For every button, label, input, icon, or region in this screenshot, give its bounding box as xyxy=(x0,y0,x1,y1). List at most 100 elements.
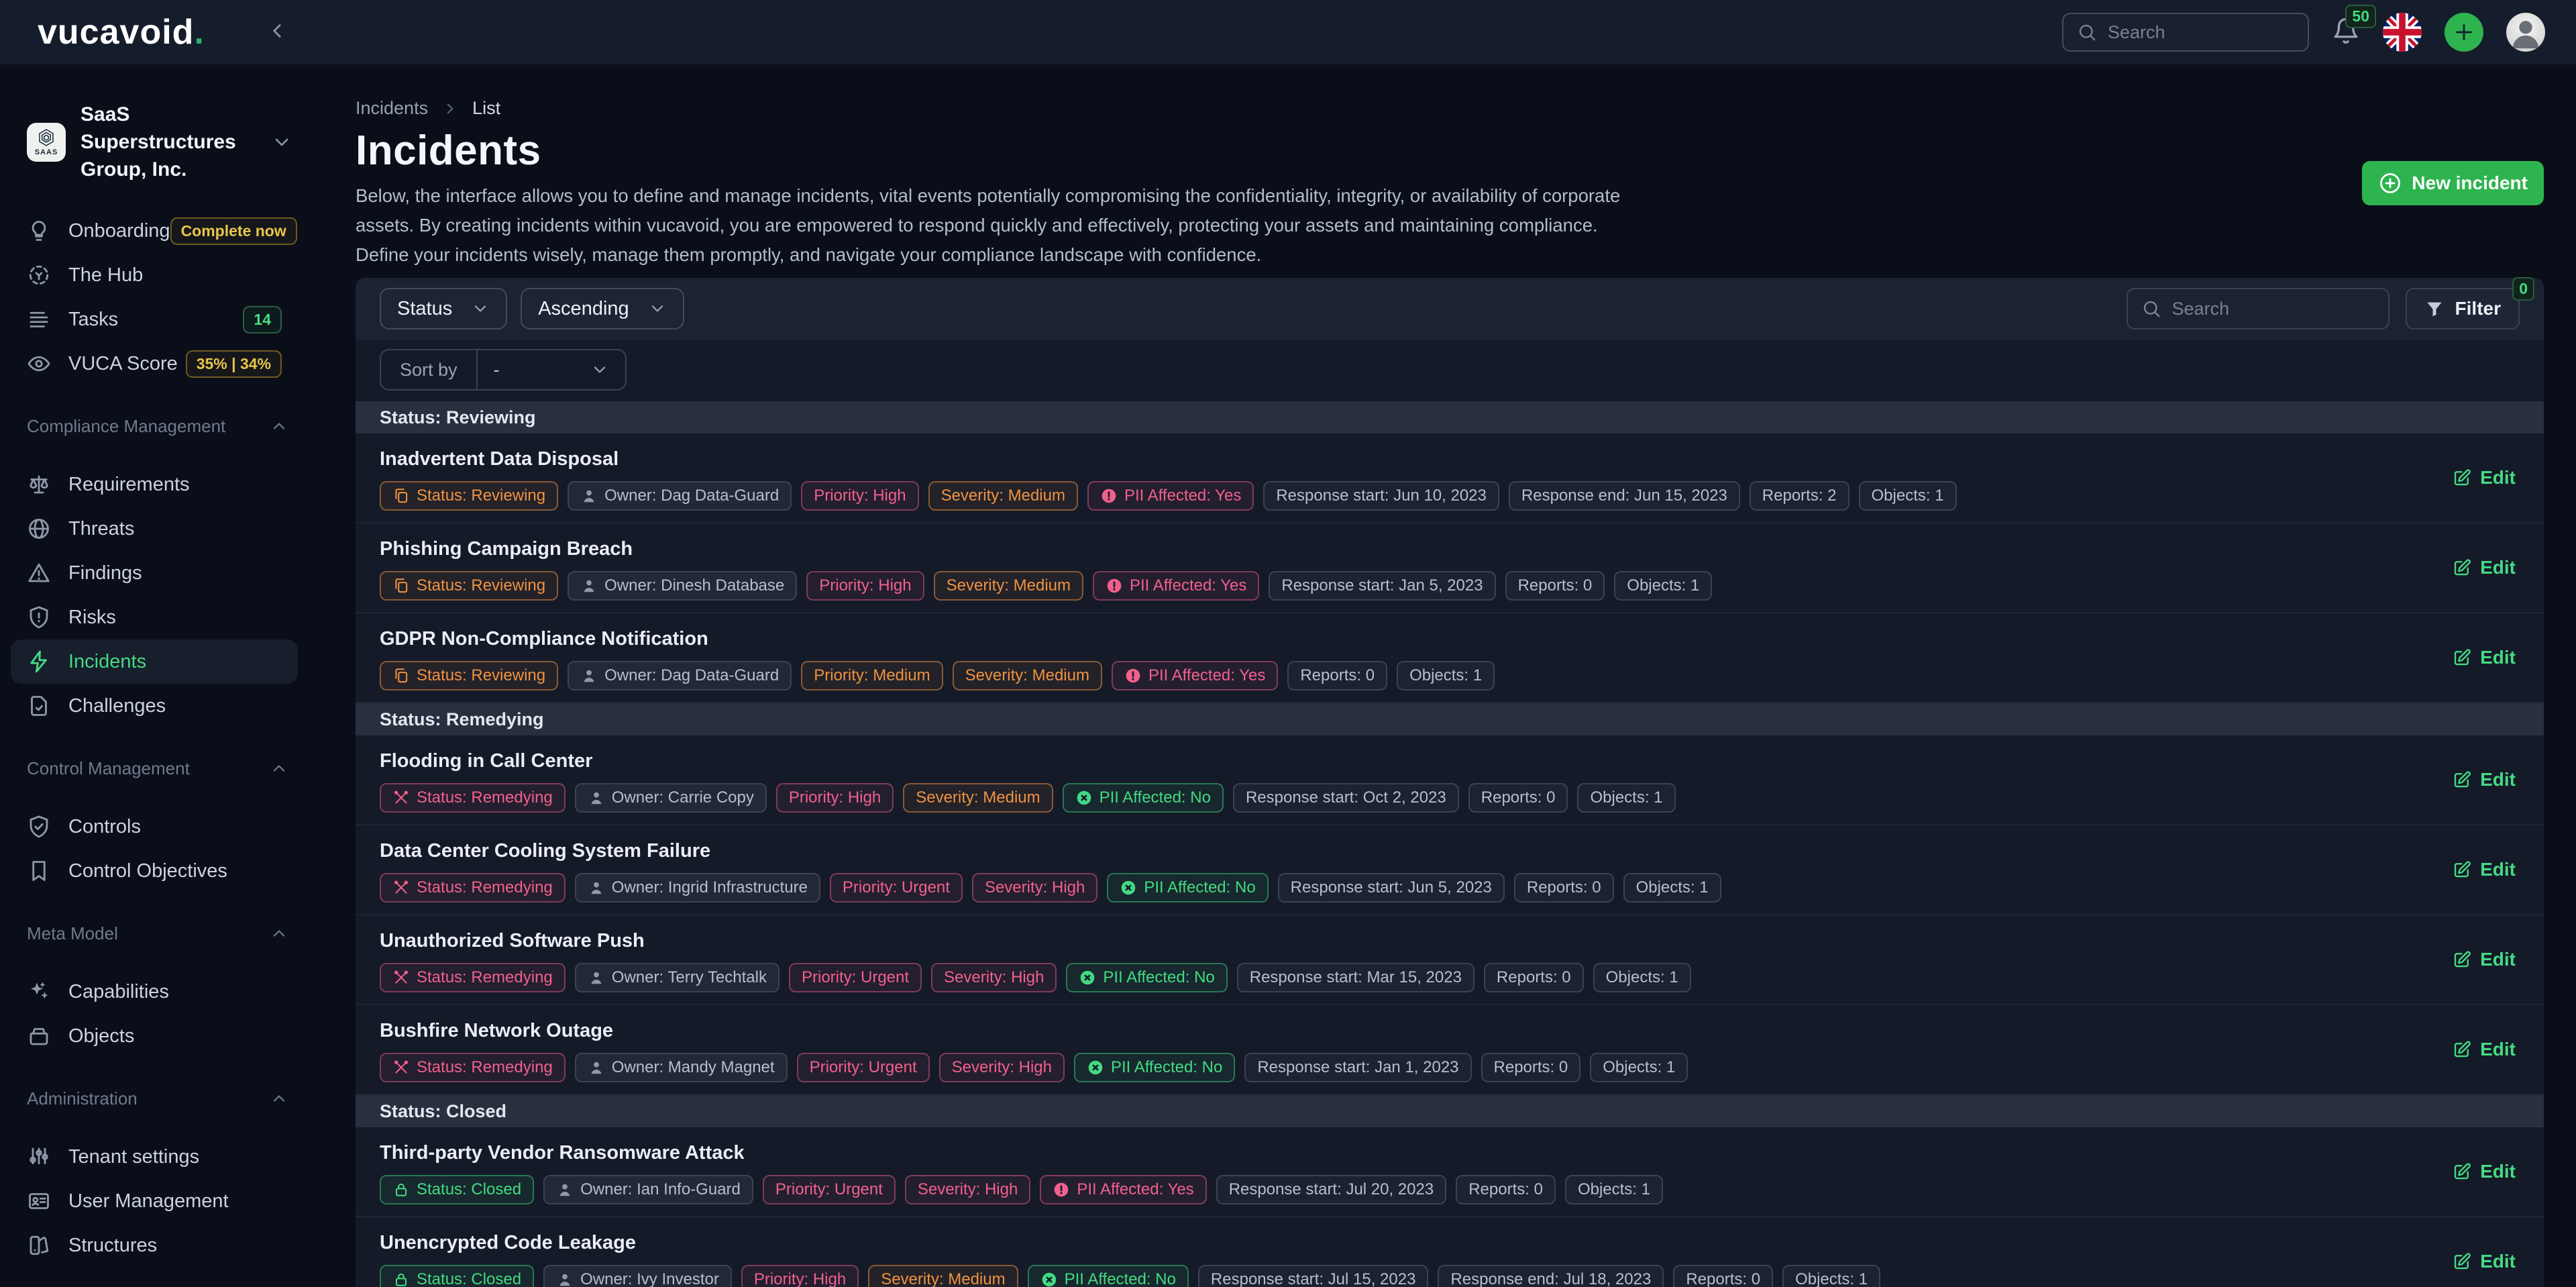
edit-button-label: Edit xyxy=(2480,1251,2516,1272)
incident-row[interactable]: Phishing Campaign BreachStatus: Reviewin… xyxy=(356,523,2544,613)
sidebar-item-objects[interactable]: Objects xyxy=(11,1014,298,1058)
breadcrumb-list: List xyxy=(472,98,500,119)
incident-badge: PII Affected: No xyxy=(1066,963,1227,992)
chevron-down-icon xyxy=(271,132,292,153)
pencil-square-icon xyxy=(2452,1039,2472,1060)
sidebar-sections: Compliance Management RequirementsThreats… xyxy=(0,415,309,1268)
badge-text: Priority: High xyxy=(754,1270,846,1287)
incident-row[interactable]: GDPR Non-Compliance NotificationStatus: … xyxy=(356,613,2544,703)
edit-button-label: Edit xyxy=(2480,769,2516,790)
quick-add-button[interactable] xyxy=(2445,13,2483,52)
sidebar-item-capabilities[interactable]: Capabilities xyxy=(11,970,298,1014)
incident-group: Status: RemedyingFlooding in Call Center… xyxy=(356,703,2544,1095)
badge-text: Status: Remedying xyxy=(417,878,553,897)
badge-text: Reports: 0 xyxy=(1494,1058,1568,1077)
badge-text: Objects: 1 xyxy=(1590,788,1662,807)
company-selector[interactable]: SAAS SaaS Superstructures Group, Inc. xyxy=(27,101,292,183)
pencil-square-icon xyxy=(2452,1251,2472,1272)
sidebar-item-label: The Hub xyxy=(68,264,282,287)
badge-text: Severity: Medium xyxy=(881,1270,1005,1287)
xcircle-icon xyxy=(1120,879,1137,896)
badge-text: Response start: Jan 5, 2023 xyxy=(1281,576,1483,595)
language-flag-button[interactable] xyxy=(2383,13,2422,52)
sidebar-item-controls[interactable]: Controls xyxy=(11,805,298,849)
incident-badge: Severity: Medium xyxy=(953,661,1102,690)
incident-badge: Reports: 0 xyxy=(1514,873,1614,903)
incident-badges: Status: RemedyingOwner: Mandy MagnetPrio… xyxy=(380,1053,2376,1082)
sidebar-item-structures[interactable]: Structures xyxy=(11,1223,298,1268)
badge-text: Objects: 1 xyxy=(1578,1180,1650,1199)
section-header-compliance-management[interactable]: Compliance Management xyxy=(0,415,309,437)
incident-badge: Response start: Mar 15, 2023 xyxy=(1237,963,1474,992)
section-header-control-management[interactable]: Control Management xyxy=(0,758,309,779)
sidebar-item-tasks[interactable]: Tasks14 xyxy=(11,297,298,342)
incident-badge: Response start: Jun 5, 2023 xyxy=(1278,873,1505,903)
badge-text: Severity: Medium xyxy=(965,666,1089,685)
incident-badge: Owner: Ivy Investor xyxy=(543,1265,732,1287)
breadcrumb-incidents[interactable]: Incidents xyxy=(356,98,428,119)
edit-button[interactable]: Edit xyxy=(2452,769,2516,790)
sidebar-item-onboarding[interactable]: OnboardingComplete now xyxy=(11,209,298,253)
app-logo[interactable]: vucavoid. xyxy=(38,12,205,52)
group-by-select[interactable]: Status xyxy=(380,288,507,329)
vuca-score-badge: 35% | 34% xyxy=(186,350,282,378)
chevron-down-icon xyxy=(648,299,667,318)
filter-button[interactable]: Filter 0 xyxy=(2406,288,2520,329)
incident-row[interactable]: Unencrypted Code LeakageStatus: ClosedOw… xyxy=(356,1217,2544,1287)
user-avatar[interactable] xyxy=(2506,13,2545,52)
sidebar-item-threats[interactable]: Threats xyxy=(11,507,298,551)
chevron-up-icon xyxy=(270,417,288,435)
tasks-badge: 14 xyxy=(243,306,282,333)
edit-button[interactable]: Edit xyxy=(2452,647,2516,668)
incident-badge: Priority: High xyxy=(776,783,894,813)
incident-badges: Status: RemedyingOwner: Terry TechtalkPr… xyxy=(380,963,2376,992)
incident-badge: Objects: 1 xyxy=(1397,661,1495,690)
sidebar-item-vuca-score[interactable]: VUCA Score35% | 34% xyxy=(11,342,298,386)
sidebar-item-risks[interactable]: Risks xyxy=(11,595,298,639)
section-header-meta-model[interactable]: Meta Model xyxy=(0,923,309,944)
section-header-administration[interactable]: Administration xyxy=(0,1088,309,1109)
edit-button[interactable]: Edit xyxy=(2452,1161,2516,1182)
badge-text: Response start: Oct 2, 2023 xyxy=(1246,788,1446,807)
incident-badge: Status: Remedying xyxy=(380,783,566,813)
sidebar-primary-nav: OnboardingComplete now The Hub Tasks14VUCA… xyxy=(0,209,309,386)
copy-icon xyxy=(392,667,410,684)
incident-row[interactable]: Bushfire Network OutageStatus: Remedying… xyxy=(356,1005,2544,1095)
sidebar-item-the-hub[interactable]: The Hub xyxy=(11,253,298,297)
edit-button[interactable]: Edit xyxy=(2452,949,2516,970)
bookmark-icon xyxy=(27,859,51,883)
edit-button[interactable]: Edit xyxy=(2452,859,2516,880)
badge-text: Response start: Mar 15, 2023 xyxy=(1250,968,1462,987)
badge-text: Status: Remedying xyxy=(417,1058,553,1077)
sidebar-item-tenant-settings[interactable]: Tenant settings xyxy=(11,1135,298,1179)
sidebar-item-user-management[interactable]: User Management xyxy=(11,1179,298,1223)
incident-row[interactable]: Unauthorized Software PushStatus: Remedy… xyxy=(356,915,2544,1005)
edit-button[interactable]: Edit xyxy=(2452,1251,2516,1272)
sidebar-item-requirements[interactable]: Requirements xyxy=(11,462,298,507)
sidebar-collapse-button[interactable] xyxy=(266,19,288,46)
sidebar-item-control-objectives[interactable]: Control Objectives xyxy=(11,849,298,893)
badge-text: Severity: Medium xyxy=(947,576,1071,595)
global-search-input[interactable] xyxy=(2108,22,2294,43)
lock-icon xyxy=(392,1271,410,1287)
sort-by-select[interactable]: Sort by - xyxy=(380,349,627,391)
sidebar-item-findings[interactable]: Findings xyxy=(11,551,298,595)
copy-icon xyxy=(392,577,410,595)
edit-button[interactable]: Edit xyxy=(2452,1039,2516,1060)
incident-row[interactable]: Third-party Vendor Ransomware AttackStat… xyxy=(356,1127,2544,1217)
edit-button[interactable]: Edit xyxy=(2452,467,2516,488)
edit-button[interactable]: Edit xyxy=(2452,557,2516,578)
group-header: Status: Reviewing xyxy=(356,401,2544,433)
incident-badge: Owner: Terry Techtalk xyxy=(575,963,780,992)
notifications-button[interactable]: 50 xyxy=(2332,17,2360,48)
incident-row[interactable]: Inadvertent Data DisposalStatus: Reviewi… xyxy=(356,433,2544,523)
incident-row[interactable]: Flooding in Call CenterStatus: Remedying… xyxy=(356,735,2544,825)
new-incident-button[interactable]: New incident xyxy=(2362,161,2544,205)
sidebar-item-challenges[interactable]: Challenges xyxy=(11,684,298,728)
incident-row[interactable]: Data Center Cooling System FailureStatus… xyxy=(356,825,2544,915)
list-search-input[interactable] xyxy=(2172,299,2375,319)
incident-badge: Status: Closed xyxy=(380,1175,534,1204)
direction-select[interactable]: Ascending xyxy=(521,288,684,329)
sidebar-item-incidents[interactable]: Incidents xyxy=(11,639,298,684)
triangle-alert-icon xyxy=(27,561,51,585)
